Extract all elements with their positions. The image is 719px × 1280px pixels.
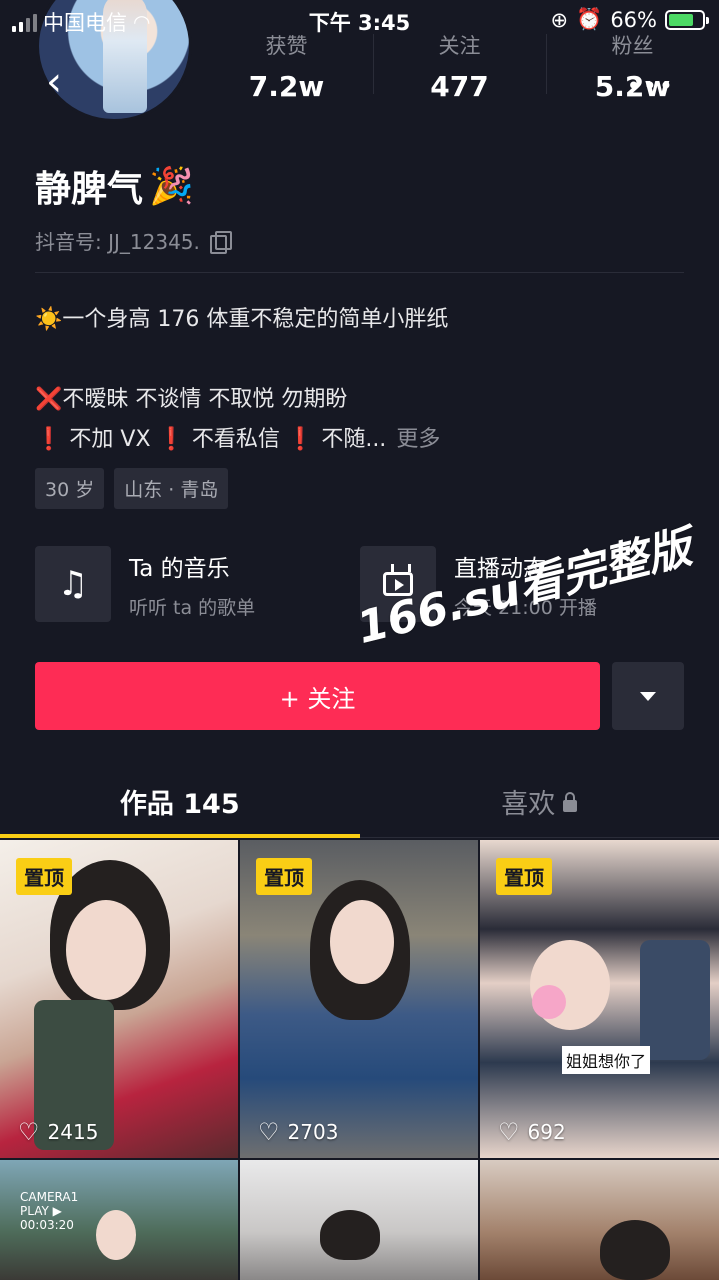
phone-image: [640, 940, 710, 1060]
copy-icon[interactable]: [209, 230, 232, 254]
video-thumb[interactable]: [480, 1160, 719, 1280]
video-thumb[interactable]: CAMERA1 PLAY ▶ 00:03:20: [0, 1160, 238, 1280]
card-subtitle: 听听 ta 的歌单: [129, 596, 256, 619]
battery-icon: [665, 9, 709, 30]
watermark-text: 166.su看完整版: [352, 521, 697, 655]
stat-value: 7.2w: [248, 70, 325, 103]
follow-button[interactable]: + 关注: [35, 662, 600, 730]
overlay-text: CAMERA1 PLAY ▶ 00:03:20: [20, 1190, 79, 1232]
heart-icon: ♡: [258, 1118, 280, 1146]
like-count: ♡ 2703: [258, 1118, 339, 1146]
like-count: ♡ 692: [498, 1118, 566, 1146]
more-options-icon[interactable]: •••: [627, 72, 675, 100]
tag-location: 山东 · 青岛: [114, 468, 229, 509]
exclamation-icon: ❗: [286, 427, 315, 452]
heart-icon: ♡: [18, 1118, 40, 1146]
tab-likes[interactable]: 喜欢: [360, 770, 719, 837]
bio-more-link[interactable]: 更多: [396, 427, 440, 452]
bio-line: ❗ 不加 VX ❗ 不看私信 ❗ 不随... 更多: [35, 427, 441, 452]
video-thumb[interactable]: 置顶 ♡ 2415: [0, 840, 238, 1158]
heart-icon: ♡: [498, 1118, 520, 1146]
video-thumb[interactable]: 置顶 ♡ 2703: [240, 840, 478, 1158]
video-thumb[interactable]: [240, 1160, 478, 1280]
lock-rotation-icon: ⊕: [550, 7, 569, 32]
bio-line: ☀️一个身高 176 体重不稳定的简单小胖纸: [35, 307, 449, 332]
tag-age: 30 岁: [35, 468, 105, 509]
back-arrow-icon[interactable]: ‹: [46, 62, 62, 102]
stat-value: 477: [430, 70, 489, 103]
video-grid: 置顶 ♡ 2415 置顶 ♡ 2703 姐姐想你了 置顶 ♡ 692 CAMERA1 …: [0, 840, 719, 1280]
chevron-down-icon: [640, 691, 656, 701]
sun-icon: ☀️: [35, 307, 63, 332]
profile-tags: 30 岁 山东 · 青岛: [35, 468, 229, 509]
music-note-icon: ♫: [35, 546, 111, 622]
divider: [35, 272, 684, 273]
pinned-badge: 置顶: [496, 858, 552, 895]
exclamation-icon: ❗: [157, 427, 185, 452]
status-right: ⊕ ⏰ 66%: [550, 7, 709, 32]
stat-likes[interactable]: 获赞 7.2w: [200, 30, 373, 103]
battery-percent: 66%: [610, 7, 657, 32]
alarm-icon: ⏰: [576, 7, 603, 31]
douyin-id-text: 抖音号: JJ_12345.: [35, 230, 200, 254]
video-thumb[interactable]: 姐姐想你了 置顶 ♡ 692: [480, 840, 719, 1158]
profile-name: 静脾气 🎉: [35, 160, 194, 212]
like-count: ♡ 2415: [18, 1118, 99, 1146]
bio-line: ❌不暧昧 不谈情 不取悦 勿期盼: [35, 387, 348, 412]
lock-icon: [563, 791, 578, 812]
sticker-text: 姐姐想你了: [562, 1046, 651, 1074]
bio: ☀️一个身高 176 体重不稳定的简单小胖纸 ❌不暧昧 不谈情 不取悦 勿期盼 …: [35, 300, 685, 460]
profile-name-text: 静脾气: [35, 169, 144, 210]
exclamation-icon: ❗: [35, 427, 63, 452]
douyin-id: 抖音号: JJ_12345.: [35, 226, 232, 255]
card-title: Ta 的音乐: [129, 555, 230, 582]
follow-dropdown-button[interactable]: [612, 662, 684, 730]
tab-works[interactable]: 作品 145: [0, 770, 360, 838]
party-popper-icon: 🎉: [149, 166, 194, 207]
cross-icon: ❌: [35, 387, 63, 412]
tab-bar: 作品 145 喜欢: [0, 770, 719, 838]
pinned-badge: 置顶: [256, 858, 312, 895]
heart-sticker: [532, 985, 566, 1019]
stat-following[interactable]: 关注 477: [373, 30, 546, 103]
card-music[interactable]: ♫ Ta 的音乐 听听 ta 的歌单: [35, 546, 360, 622]
status-bar: 中国电信 ◠ 下午 3:45 ⊕ ⏰ 66%: [0, 0, 719, 40]
pinned-badge: 置顶: [16, 858, 72, 895]
